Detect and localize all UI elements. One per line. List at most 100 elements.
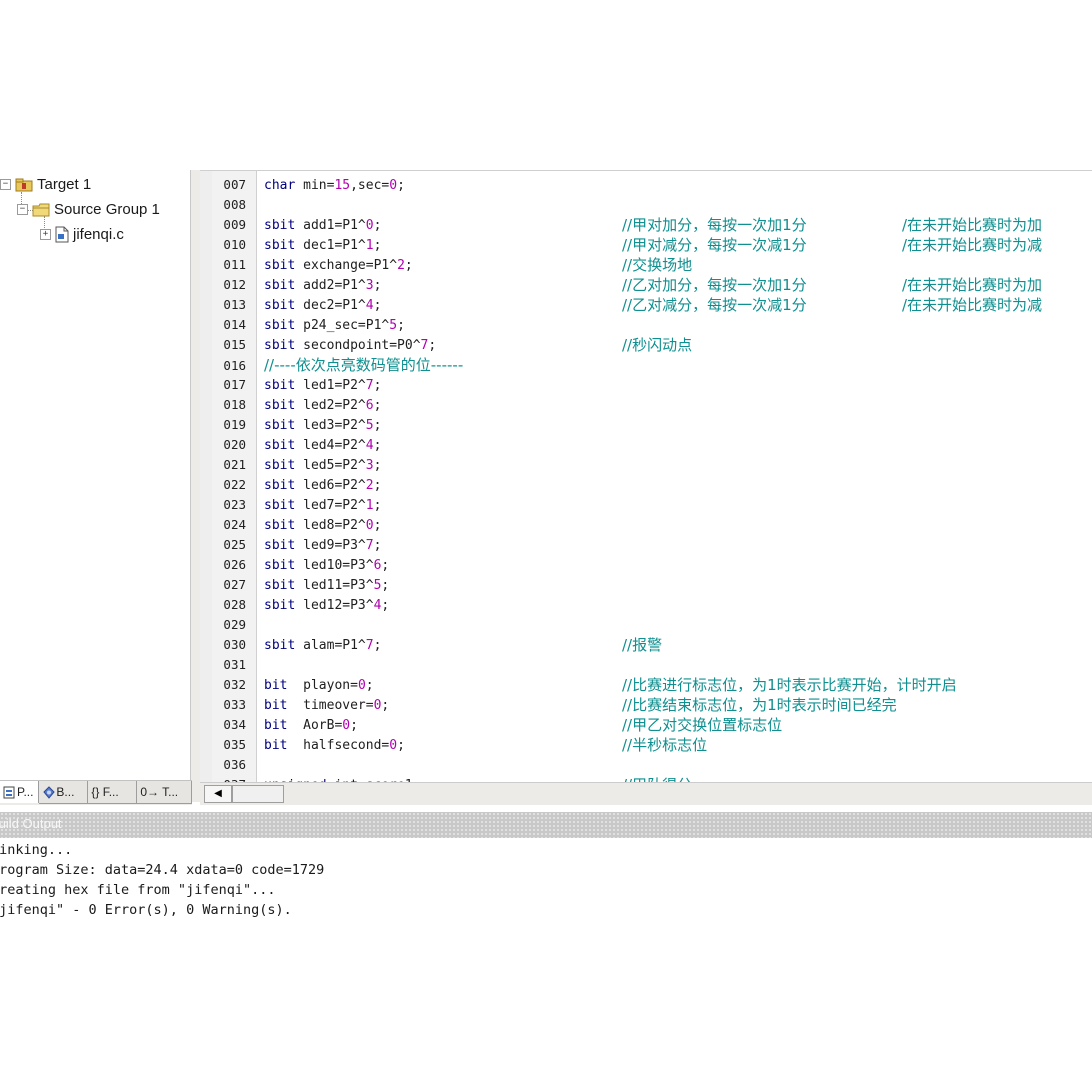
code-text: led1=P2^7;	[295, 378, 382, 393]
code-line[interactable]: 020 sbit led4=P2^4;	[212, 435, 1092, 455]
build-output-titlebar: Build Output	[0, 812, 1092, 838]
code-line[interactable]: 023 sbit led7=P2^1;	[212, 495, 1092, 515]
tree-item-source-group[interactable]: − Source Group 1	[17, 198, 160, 220]
code-text: led11=P3^5;	[295, 578, 390, 593]
code-comment-extra: /在未开始比赛时为加	[902, 216, 1043, 234]
line-number: 026	[223, 557, 246, 572]
line-number: 036	[223, 757, 246, 772]
code-line[interactable]: 021 sbit led5=P2^3;	[212, 455, 1092, 475]
code-keyword: bit	[264, 698, 288, 713]
tab-project[interactable]: P...	[0, 781, 40, 803]
code-line[interactable]: 010 sbit dec1=P1^1; //甲对减分，每按一次减1分/在未开始比赛时…	[212, 235, 1092, 255]
code-line[interactable]: 029	[212, 615, 1092, 635]
scroll-left-arrow-icon[interactable]: ◀	[204, 785, 232, 803]
code-keyword: sbit	[264, 278, 296, 293]
code-text: exchange=P1^2;	[295, 258, 413, 273]
tree-item-label: jifenqi.c	[73, 225, 124, 243]
code-line[interactable]: 027 sbit led11=P3^5;	[212, 575, 1092, 595]
code-line[interactable]: 025 sbit led9=P3^7;	[212, 535, 1092, 555]
tree-item-label: Source Group 1	[54, 200, 160, 218]
code-keyword: sbit	[264, 458, 296, 473]
code-comment: //乙对加分，每按一次加1分	[622, 276, 807, 294]
line-number: 012	[223, 277, 246, 292]
code-line[interactable]: 011 sbit exchange=P1^2; //交换场地	[212, 255, 1092, 275]
line-number: 011	[223, 257, 246, 272]
code-line[interactable]: 012 sbit add2=P1^3; //乙对加分，每按一次加1分/在未开始比赛时…	[212, 275, 1092, 295]
line-number: 010	[223, 237, 246, 252]
collapse-icon[interactable]: −	[17, 203, 28, 215]
tab-label: P...	[17, 785, 34, 799]
code-keyword: bit	[264, 678, 288, 693]
books-icon	[42, 785, 56, 799]
code-line[interactable]: 032 bit playon=0; //比赛进行标志位，为1时表示比赛开始，计时开启	[212, 675, 1092, 695]
code-comment: //半秒标志位	[622, 736, 708, 754]
code-comment: //----依次点亮数码管的位------	[264, 356, 464, 374]
code-keyword: sbit	[264, 298, 296, 313]
code-line[interactable]: 009 sbit add1=P1^0; //甲对加分，每按一次加1分/在未开始比赛时…	[212, 215, 1092, 235]
code-keyword: sbit	[264, 518, 296, 533]
code-line[interactable]: 013 sbit dec2=P1^4; //乙对减分，每按一次减1分/在未开始比赛时…	[212, 295, 1092, 315]
line-number: 018	[223, 397, 246, 412]
scrollbar-thumb[interactable]	[232, 785, 284, 803]
project-icon	[3, 786, 15, 799]
code-keyword: sbit	[264, 398, 296, 413]
tree-item-label: Target 1	[37, 175, 92, 193]
code-text: led4=P2^4;	[295, 438, 382, 453]
code-keyword: sbit	[264, 418, 296, 433]
code-line[interactable]: 018 sbit led2=P2^6;	[212, 395, 1092, 415]
code-line[interactable]: 022 sbit led6=P2^2;	[212, 475, 1092, 495]
code-text: secondpoint=P0^7;	[295, 338, 437, 353]
code-line[interactable]: 017 sbit led1=P2^7;	[212, 375, 1092, 395]
editor-horizontal-scrollbar[interactable]: ◀	[200, 782, 1092, 805]
line-number: 014	[223, 317, 246, 332]
ide-screenshot: − Target 1 − Source Group 1 + jifenqi.c …	[0, 0, 1092, 1092]
code-line[interactable]: 031	[212, 655, 1092, 675]
code-text: led3=P2^5;	[295, 418, 382, 433]
code-comment: //报警	[622, 636, 663, 654]
collapse-icon[interactable]: −	[0, 178, 11, 190]
tab-functions[interactable]: {} F...	[88, 781, 138, 804]
line-number: 022	[223, 477, 246, 492]
code-text: p24_sec=P1^5;	[295, 318, 405, 333]
line-number: 033	[223, 697, 246, 712]
code-text: add1=P1^0;	[295, 218, 382, 233]
code-line[interactable]: 016 //----依次点亮数码管的位------	[212, 355, 1092, 375]
expand-icon[interactable]: +	[40, 228, 51, 240]
tab-templates[interactable]: 0→ T...	[137, 781, 192, 804]
code-line[interactable]: 008	[212, 195, 1092, 215]
code-line[interactable]: 036	[212, 755, 1092, 775]
line-number: 028	[223, 597, 246, 612]
code-line[interactable]: 019 sbit led3=P2^5;	[212, 415, 1092, 435]
code-text: led10=P3^6;	[295, 558, 390, 573]
code-text: AorB=0;	[287, 718, 358, 733]
code-line[interactable]: 035 bit halfsecond=0; //半秒标志位	[212, 735, 1092, 755]
output-line: Linking...	[0, 842, 73, 858]
line-number: 021	[223, 457, 246, 472]
output-line: "jifenqi" - 0 Error(s), 0 Warning(s).	[0, 902, 292, 918]
code-line[interactable]: 026 sbit led10=P3^6;	[212, 555, 1092, 575]
code-line[interactable]: 007 char min=15,sec=0;	[212, 175, 1092, 195]
line-number: 032	[223, 677, 246, 692]
code-editor[interactable]: 007 char min=15,sec=0; 008 009 sbit add1=P1^…	[200, 170, 1092, 783]
code-text: led2=P2^6;	[295, 398, 382, 413]
code-line[interactable]: 014 sbit p24_sec=P1^5;	[212, 315, 1092, 335]
project-window-tabs: P... B... {} F... 0→ T...	[0, 780, 192, 805]
code-line[interactable]: 033 bit timeover=0; //比赛结束标志位，为1时表示时间已经完	[212, 695, 1092, 715]
code-keyword: char	[264, 178, 296, 193]
code-line[interactable]: 028 sbit led12=P3^4;	[212, 595, 1092, 615]
code-line[interactable]: 015 sbit secondpoint=P0^7; //秒闪动点	[212, 335, 1092, 355]
code-line[interactable]: 024 sbit led8=P2^0;	[212, 515, 1092, 535]
line-number: 035	[223, 737, 246, 752]
code-line[interactable]: 030 sbit alam=P1^7; //报警	[212, 635, 1092, 655]
build-output-title: Build Output	[0, 816, 62, 831]
build-output-pane[interactable]: Linking... Program Size: data=24.4 xdata…	[0, 838, 1092, 928]
tree-item-target[interactable]: − Target 1	[0, 173, 91, 195]
code-comment: //交换场地	[622, 256, 693, 274]
code-keyword: sbit	[264, 438, 296, 453]
tab-books[interactable]: B...	[39, 781, 89, 804]
code-keyword: sbit	[264, 498, 296, 513]
code-keyword: sbit	[264, 638, 296, 653]
code-keyword: sbit	[264, 538, 296, 553]
tree-item-file[interactable]: + jifenqi.c	[40, 223, 124, 245]
code-line[interactable]: 034 bit AorB=0; //甲乙对交换位置标志位	[212, 715, 1092, 735]
